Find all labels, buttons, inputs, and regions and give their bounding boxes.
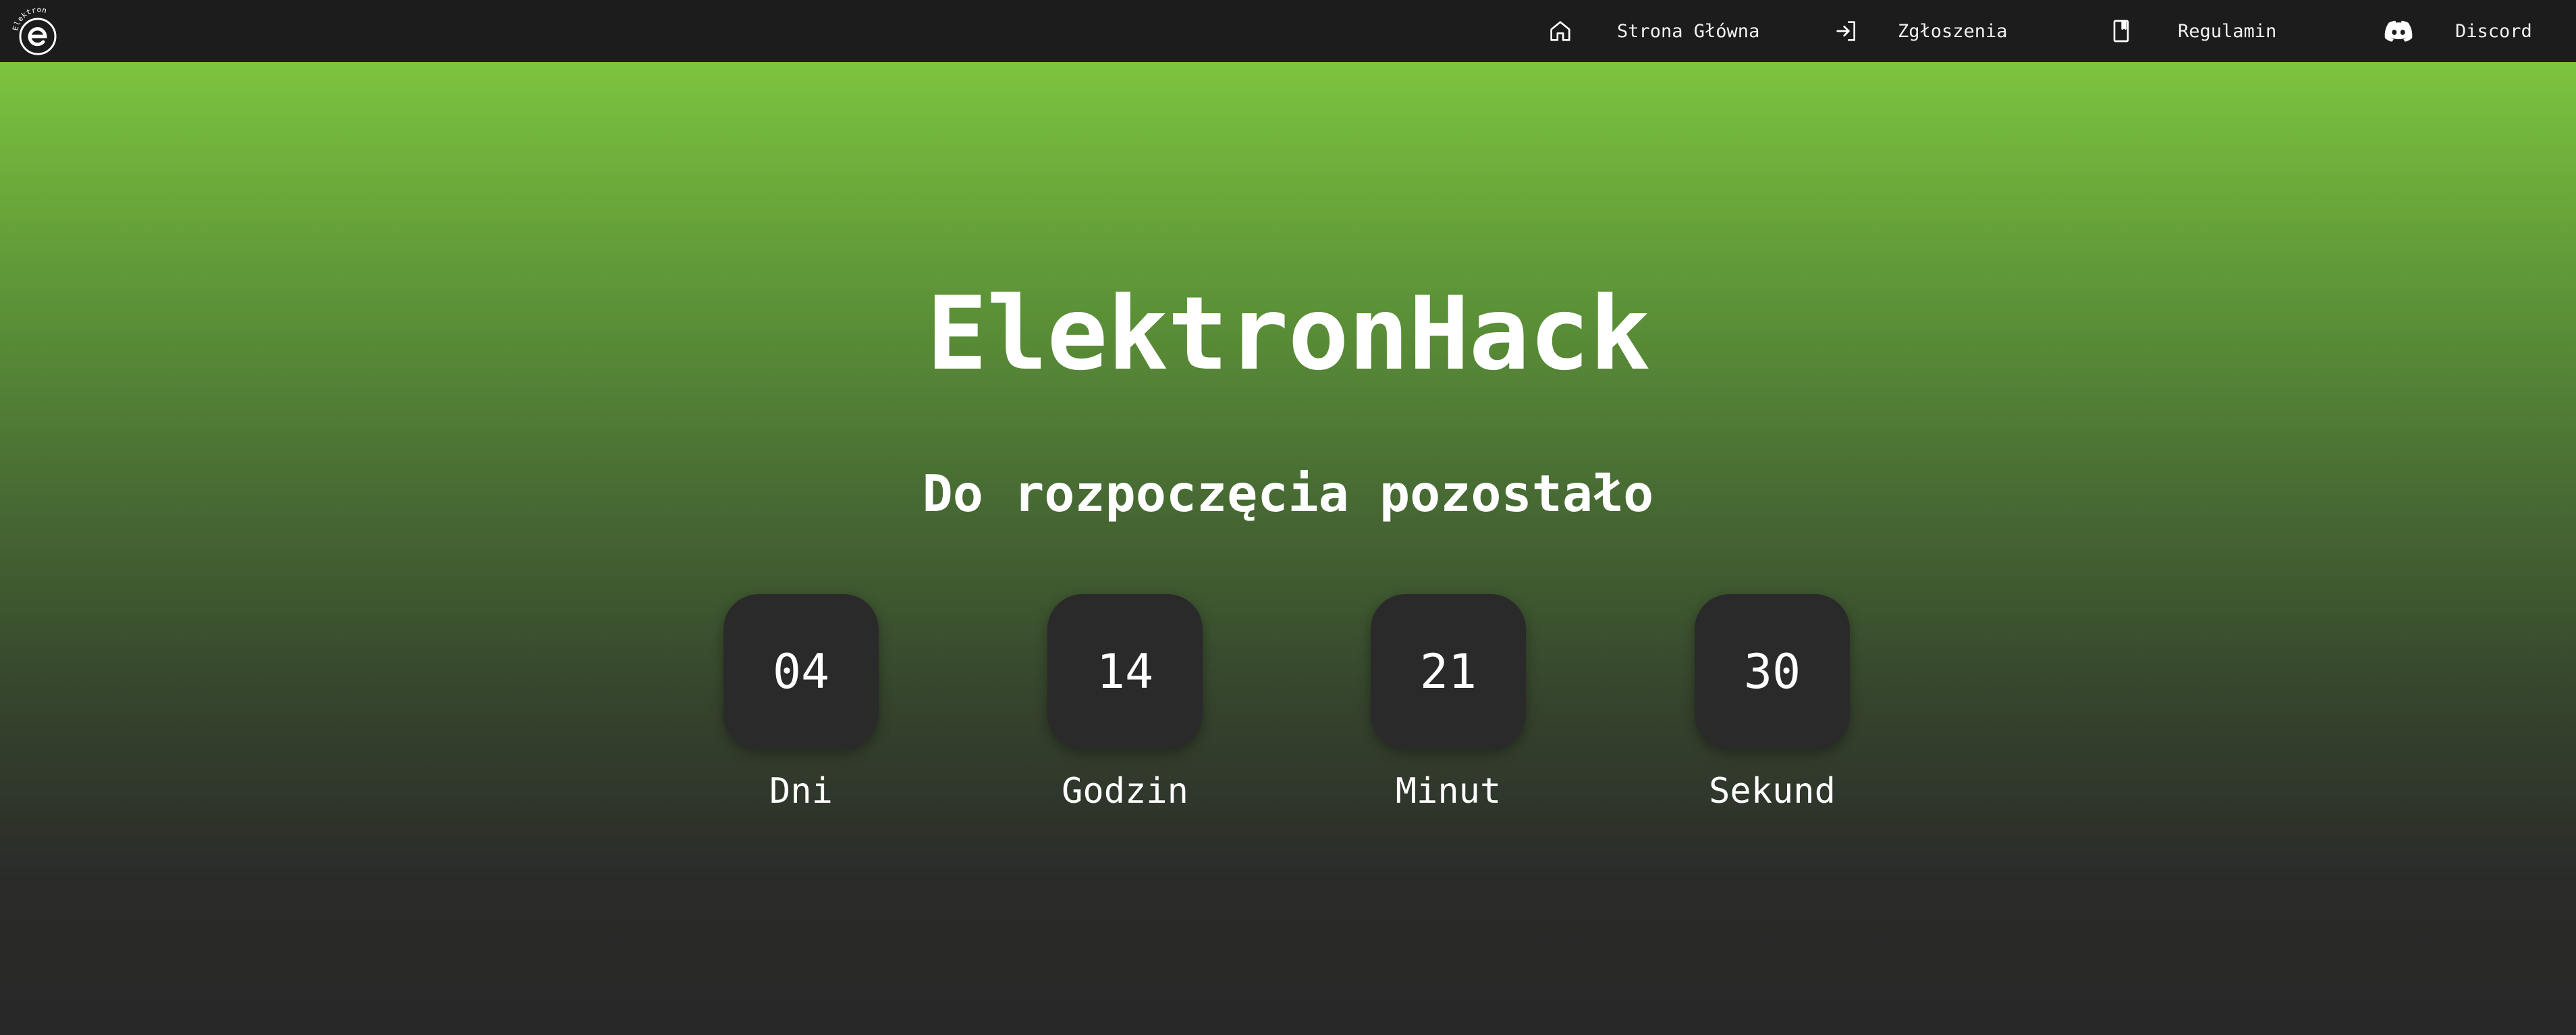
nav-item-home-label: Strona Główna — [1617, 20, 1760, 42]
nav-item-discord-label: Discord — [2455, 20, 2532, 42]
countdown-minutes-box: 21 — [1371, 594, 1526, 749]
countdown-minutes-value: 21 — [1419, 644, 1477, 699]
countdown-minutes: 21 Minut — [1347, 594, 1550, 824]
countdown-days-box: 04 — [723, 594, 879, 749]
home-icon — [1545, 16, 1575, 46]
countdown-hours-value: 14 — [1096, 644, 1154, 699]
svg-text:Elektron: Elektron — [11, 5, 48, 32]
login-icon — [1832, 16, 1861, 46]
nav-item-discord[interactable]: Discord — [2384, 0, 2532, 62]
countdown-seconds: 30 Sekund — [1671, 594, 1873, 824]
nav-item-home[interactable]: Strona Główna — [1545, 0, 1759, 62]
discord-icon — [2384, 16, 2413, 46]
page-title: ElektronHack — [926, 275, 1651, 393]
hero-section: ElektronHack Do rozpoczęcia pozostało 04… — [0, 62, 2576, 1035]
page: Elektron Strona Główna Zgłoszenia Regula… — [0, 0, 2576, 1035]
countdown-days-label: Dni — [769, 771, 833, 812]
bookmark-icon — [2106, 16, 2136, 46]
countdown-seconds-value: 30 — [1743, 644, 1801, 699]
countdown-seconds-label: Sekund — [1709, 771, 1836, 812]
countdown-days: 04 Dni — [700, 594, 902, 824]
countdown-minutes-label: Minut — [1395, 771, 1502, 812]
nav-item-rules-label: Regulamin — [2178, 20, 2277, 42]
countdown-seconds-box: 30 — [1695, 594, 1850, 749]
elektron-logo[interactable]: Elektron — [9, 3, 66, 59]
elektron-logo-icon: Elektron — [11, 5, 57, 55]
top-navbar: Elektron Strona Główna Zgłoszenia Regula… — [0, 0, 2576, 62]
countdown-hours: 14 Godzin — [1024, 594, 1226, 824]
nav-item-applications[interactable]: Zgłoszenia — [1832, 0, 2008, 62]
countdown-heading: Do rozpoczęcia pozostało — [922, 464, 1654, 523]
logo-text: Elektron — [11, 5, 47, 32]
nav-item-rules[interactable]: Regulamin — [2106, 0, 2276, 62]
nav-item-applications-label: Zgłoszenia — [1898, 20, 2008, 42]
countdown-hours-box: 14 — [1047, 594, 1203, 749]
countdown-days-value: 04 — [772, 644, 830, 699]
countdown-hours-label: Godzin — [1062, 771, 1188, 812]
